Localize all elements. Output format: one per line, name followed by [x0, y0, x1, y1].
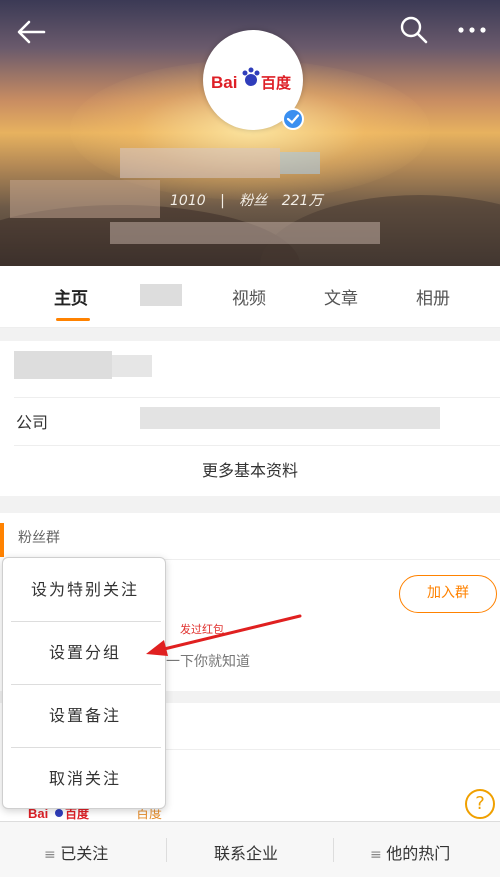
blurred-name: [280, 152, 320, 174]
contact-button[interactable]: 联系企业: [214, 840, 278, 864]
company-label: 公司: [16, 413, 49, 432]
baidu-logo: Bai 百度: [211, 67, 292, 92]
blurred-desc: [110, 222, 380, 244]
bottom-action-bar: ≡ 已关注 联系企业 ≡ 他的热门: [0, 821, 500, 877]
svg-text:百度: 百度: [261, 74, 292, 92]
menu-item-set-remark[interactable]: 设置备注: [3, 684, 167, 747]
search-icon[interactable]: [398, 14, 430, 46]
profile-tabs: 主页 视频 文章 相册: [0, 266, 500, 328]
divider: [14, 445, 500, 446]
menu-item-unfollow[interactable]: 取消关注: [3, 747, 167, 810]
hot-button[interactable]: ≡ 他的热门: [370, 840, 450, 864]
divider: [160, 749, 500, 750]
tab-home[interactable]: 主页: [54, 284, 88, 309]
back-arrow-icon[interactable]: [14, 14, 50, 50]
followed-button[interactable]: ≡ 已关注: [44, 840, 108, 864]
more-dots-icon[interactable]: [456, 18, 488, 42]
section-accent: [0, 523, 4, 557]
tab-video[interactable]: 视频: [232, 284, 266, 309]
blurred-info: [112, 355, 152, 377]
fans-label: 粉丝: [239, 193, 268, 209]
stats-separator: |: [220, 193, 225, 209]
blurred-tab: [140, 284, 182, 306]
red-arrow-annotation: [146, 614, 302, 656]
profile-stats: 1010 | 粉丝 221万: [170, 190, 370, 210]
blurred-company: [140, 407, 440, 429]
fans-count: 221万: [281, 193, 323, 209]
follow-options-menu: 设为特别关注 设置分组 设置备注 取消关注: [2, 557, 166, 809]
active-tab-indicator: [56, 318, 90, 321]
svg-text:Bai: Bai: [211, 73, 237, 92]
followed-label: 已关注: [60, 844, 109, 863]
divider: [14, 397, 500, 398]
blurred-info: [14, 351, 112, 379]
verified-badge-icon: [282, 108, 304, 130]
profile-header: Bai 百度 1010 | 粉丝 221万: [0, 0, 500, 266]
fan-group-title: 粉丝群: [18, 530, 60, 546]
blurred-name: [120, 148, 280, 178]
help-icon[interactable]: ?: [465, 789, 495, 819]
basic-info-card: 公司 更多基本资料: [0, 341, 500, 496]
menu-lines-icon: ≡: [44, 847, 61, 863]
divider: [160, 559, 500, 560]
divider: [333, 838, 334, 862]
tab-albums[interactable]: 相册: [416, 284, 450, 309]
menu-lines-icon: ≡: [370, 847, 387, 863]
following-count: 1010: [170, 193, 206, 209]
join-group-button[interactable]: 加入群: [399, 575, 497, 613]
hot-label: 他的热门: [386, 844, 451, 863]
more-info-link[interactable]: 更多基本资料: [0, 457, 500, 481]
blurred-desc: [10, 180, 160, 218]
divider: [166, 838, 167, 862]
tab-articles[interactable]: 文章: [324, 284, 358, 309]
